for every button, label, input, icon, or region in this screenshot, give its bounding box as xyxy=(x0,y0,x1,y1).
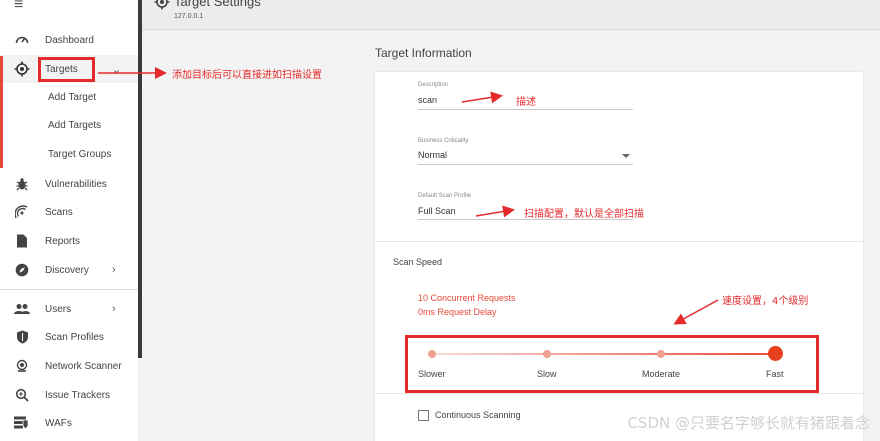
sidebar-item-label: Vulnerabilities xyxy=(45,178,107,190)
annotation-description: 描述 xyxy=(516,97,536,108)
sidebar-subitem-add-targets[interactable]: Add Targets xyxy=(48,120,101,131)
chevron-right-icon[interactable]: › xyxy=(112,303,116,315)
sidebar-item-scans[interactable]: Scans xyxy=(0,198,138,226)
chevron-down-icon[interactable]: ⌄ xyxy=(112,63,121,76)
scan-profile-select[interactable]: Full Scan xyxy=(418,206,456,216)
bug-icon xyxy=(14,176,30,192)
document-icon xyxy=(14,233,30,249)
shield-icon xyxy=(14,329,30,345)
sidebar-item-issue-trackers[interactable]: Issue Trackers xyxy=(0,381,138,409)
sidebar-item-label: Scan Profiles xyxy=(45,331,104,343)
annotation-profile: 扫描配置，默认是全部扫描 xyxy=(524,209,644,220)
target-address: 127.0.0.1 xyxy=(174,13,204,20)
description-input[interactable]: scan xyxy=(418,95,437,105)
sidebar-item-network-scanner[interactable]: Network Scanner xyxy=(0,352,138,380)
sidebar-item-wafs[interactable]: WAFs xyxy=(0,409,138,437)
users-icon xyxy=(14,301,30,317)
compass-icon xyxy=(14,262,30,278)
sidebar-item-label: Dashboard xyxy=(45,34,94,46)
annotation-speed: 速度设置，4个级别 xyxy=(722,296,809,307)
radar-icon xyxy=(14,204,30,220)
speedometer-icon xyxy=(14,32,30,48)
business-criticality-label: Business Criticality xyxy=(418,138,469,144)
scan-profile-label: Default Scan Profile xyxy=(418,193,472,199)
page-header: Target Settings 127.0.0.1 xyxy=(142,0,880,30)
sidebar-item-label: Issue Trackers xyxy=(45,389,111,401)
sidebar-item-label: Reports xyxy=(45,235,81,247)
sidebar-scrollbar[interactable] xyxy=(138,0,142,358)
issue-tracker-icon xyxy=(14,387,30,403)
sidebar-item-vulnerabilities[interactable]: Vulnerabilities xyxy=(0,170,138,198)
crosshair-icon xyxy=(154,0,170,15)
sidebar-item-reports[interactable]: Reports xyxy=(0,227,138,255)
continuous-scanning-checkbox[interactable] xyxy=(418,410,429,421)
sidebar-subitem-add-target[interactable]: Add Target xyxy=(48,92,96,103)
description-label: Description xyxy=(418,82,449,88)
description-underline xyxy=(418,109,633,110)
waf-icon xyxy=(14,415,30,431)
continuous-scanning-label: Continuous Scanning xyxy=(435,410,521,420)
concurrent-requests-text: 10 Concurrent Requests xyxy=(418,293,516,303)
hamburger-menu-icon[interactable]: ≡ xyxy=(14,0,32,13)
sidebar-item-label: WAFs xyxy=(45,417,72,429)
business-criticality-select[interactable]: Normal xyxy=(418,150,447,160)
submenu-indicator xyxy=(0,56,3,168)
sidebar-subitem-target-groups[interactable]: Target Groups xyxy=(48,149,111,160)
network-scanner-icon xyxy=(14,358,30,374)
section-divider xyxy=(375,241,863,242)
sidebar-item-dashboard[interactable]: Dashboard xyxy=(0,26,138,54)
crosshair-icon xyxy=(14,61,30,77)
sidebar-item-label: Network Scanner xyxy=(45,360,122,372)
sidebar-item-label: Discovery xyxy=(45,264,89,276)
sidebar-item-label: Scans xyxy=(45,206,73,218)
annotation-targets: 添加目标后可以直接进如扫描设置 xyxy=(172,70,322,81)
annotation-box-targets xyxy=(38,57,95,82)
request-delay-text: 0ms Request Delay xyxy=(418,307,497,317)
watermark: CSDN @只要名字够长就有猪跟着念 xyxy=(627,414,870,432)
sidebar-item-discovery[interactable]: Discovery › xyxy=(0,256,138,284)
section-divider xyxy=(375,393,863,394)
sidebar-item-scan-profiles[interactable]: Scan Profiles xyxy=(0,323,138,351)
chevron-right-icon[interactable]: › xyxy=(112,264,116,276)
page-title: Target Settings xyxy=(174,0,261,9)
sidebar-divider xyxy=(0,289,138,290)
sidebar-item-users[interactable]: Users › xyxy=(0,295,138,323)
scan-speed-title: Scan Speed xyxy=(393,257,443,267)
annotation-box-scan-speed xyxy=(405,335,819,393)
sidebar-item-label: Users xyxy=(45,303,72,315)
business-criticality-underline xyxy=(418,164,633,165)
dropdown-caret-icon[interactable] xyxy=(622,154,630,158)
section-title: Target Information xyxy=(375,46,472,60)
